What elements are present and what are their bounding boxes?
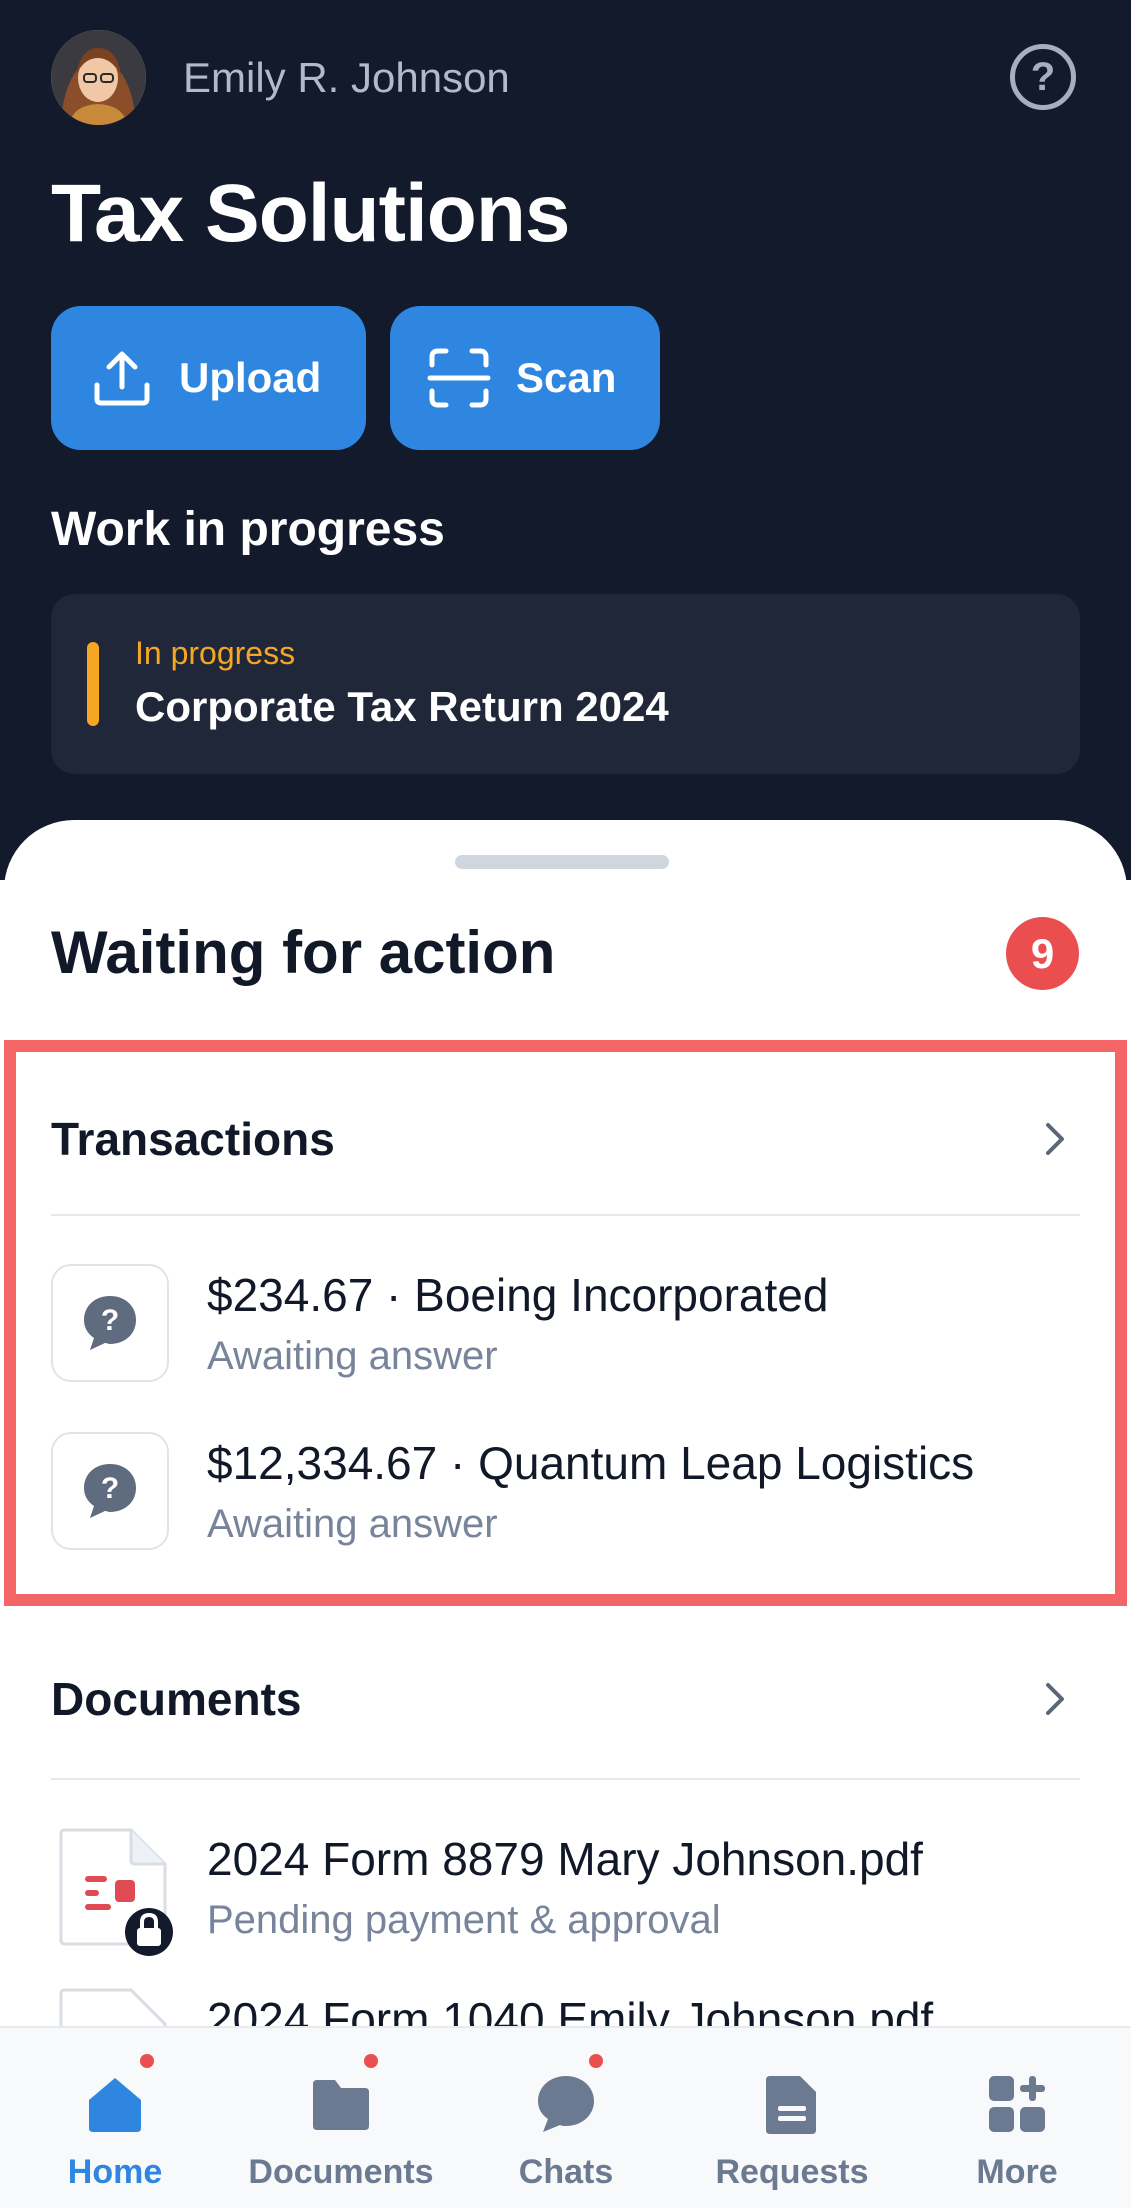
- bottom-tab-bar: Home Documents Chats Requests More: [0, 2026, 1131, 2208]
- avatar[interactable]: [51, 30, 146, 125]
- documents-title: Documents: [51, 1673, 302, 1725]
- upload-button[interactable]: Upload: [51, 306, 366, 450]
- tab-label: Home: [67, 2153, 163, 2191]
- documents-section: Documents 2024 Form 8879 Mary Johnson.pd…: [51, 1640, 1080, 2106]
- document-row[interactable]: 2024 Form 8879 Mary Johnson.pdf Pending …: [51, 1828, 1080, 1968]
- notification-dot: [589, 2054, 603, 2068]
- document-icon: [766, 2076, 816, 2134]
- chevron-right-icon: [1046, 1123, 1064, 1155]
- transaction-row[interactable]: ? $234.67 · Boeing Incorporated Awaiting…: [51, 1264, 1080, 1384]
- transaction-row[interactable]: ? $12,334.67 · Quantum Leap Logistics Aw…: [51, 1432, 1080, 1552]
- scan-button-label: Scan: [516, 354, 617, 401]
- user-name: Emily R. Johnson: [183, 54, 510, 101]
- locked-file-icon: [59, 1828, 173, 1956]
- work-item-title: Corporate Tax Return 2024: [135, 683, 669, 730]
- tab-home[interactable]: Home: [2, 2028, 228, 2208]
- help-icon[interactable]: ?: [1010, 44, 1076, 110]
- svg-text:?: ?: [101, 1472, 119, 1505]
- transaction-title: $12,334.67 · Quantum Leap Logistics: [207, 1437, 975, 1489]
- svg-text:?: ?: [101, 1304, 119, 1337]
- upload-icon: [94, 351, 150, 406]
- folder-icon: [313, 2080, 369, 2130]
- sheet-grabber[interactable]: [455, 855, 669, 869]
- tab-chats[interactable]: Chats: [453, 2028, 679, 2208]
- tab-more[interactable]: More: [904, 2028, 1130, 2208]
- transaction-status: Awaiting answer: [207, 1502, 498, 1546]
- tab-documents[interactable]: Documents: [228, 2028, 454, 2208]
- scan-icon: [427, 348, 491, 408]
- home-icon: [89, 2078, 141, 2132]
- tab-requests[interactable]: Requests: [679, 2028, 905, 2208]
- transaction-title: $234.67 · Boeing Incorporated: [207, 1269, 829, 1321]
- upload-button-label: Upload: [179, 354, 322, 401]
- tab-label: Documents: [248, 2153, 434, 2191]
- work-in-progress-card[interactable]: In progress Corporate Tax Return 2024: [51, 594, 1080, 774]
- status-indicator: [87, 642, 99, 726]
- divider: [51, 1778, 1080, 1780]
- notification-dot: [364, 2054, 378, 2068]
- waiting-for-action-title: Waiting for action: [51, 919, 556, 986]
- tab-label: More: [976, 2153, 1058, 2191]
- notification-dot: [140, 2054, 154, 2068]
- question-chat-icon: ?: [51, 1264, 169, 1382]
- document-title: 2024 Form 8879 Mary Johnson.pdf: [207, 1833, 923, 1885]
- transactions-title: Transactions: [51, 1113, 335, 1165]
- chevron-right-icon: [1046, 1683, 1064, 1715]
- scan-button[interactable]: Scan: [390, 306, 660, 450]
- question-chat-icon: ?: [51, 1432, 169, 1550]
- chat-icon: [538, 2076, 594, 2132]
- grid-plus-icon: [989, 2076, 1045, 2132]
- status-label: In progress: [135, 635, 296, 671]
- transactions-header[interactable]: Transactions: [51, 1080, 1080, 1198]
- transaction-status: Awaiting answer: [207, 1334, 498, 1378]
- work-in-progress-heading: Work in progress: [51, 503, 445, 556]
- count-badge: 9: [1006, 917, 1079, 990]
- divider: [51, 1214, 1080, 1216]
- document-status: Pending payment & approval: [207, 1898, 721, 1942]
- header: Emily R. Johnson ? Tax Solutions Upload …: [0, 0, 1131, 880]
- tab-label: Chats: [518, 2153, 614, 2191]
- page-title: Tax Solutions: [51, 168, 571, 259]
- transactions-section: Transactions ? $234.67 · Boeing Incorpor…: [51, 1080, 1080, 1580]
- documents-header[interactable]: Documents: [51, 1640, 1080, 1758]
- tab-label: Requests: [715, 2153, 869, 2191]
